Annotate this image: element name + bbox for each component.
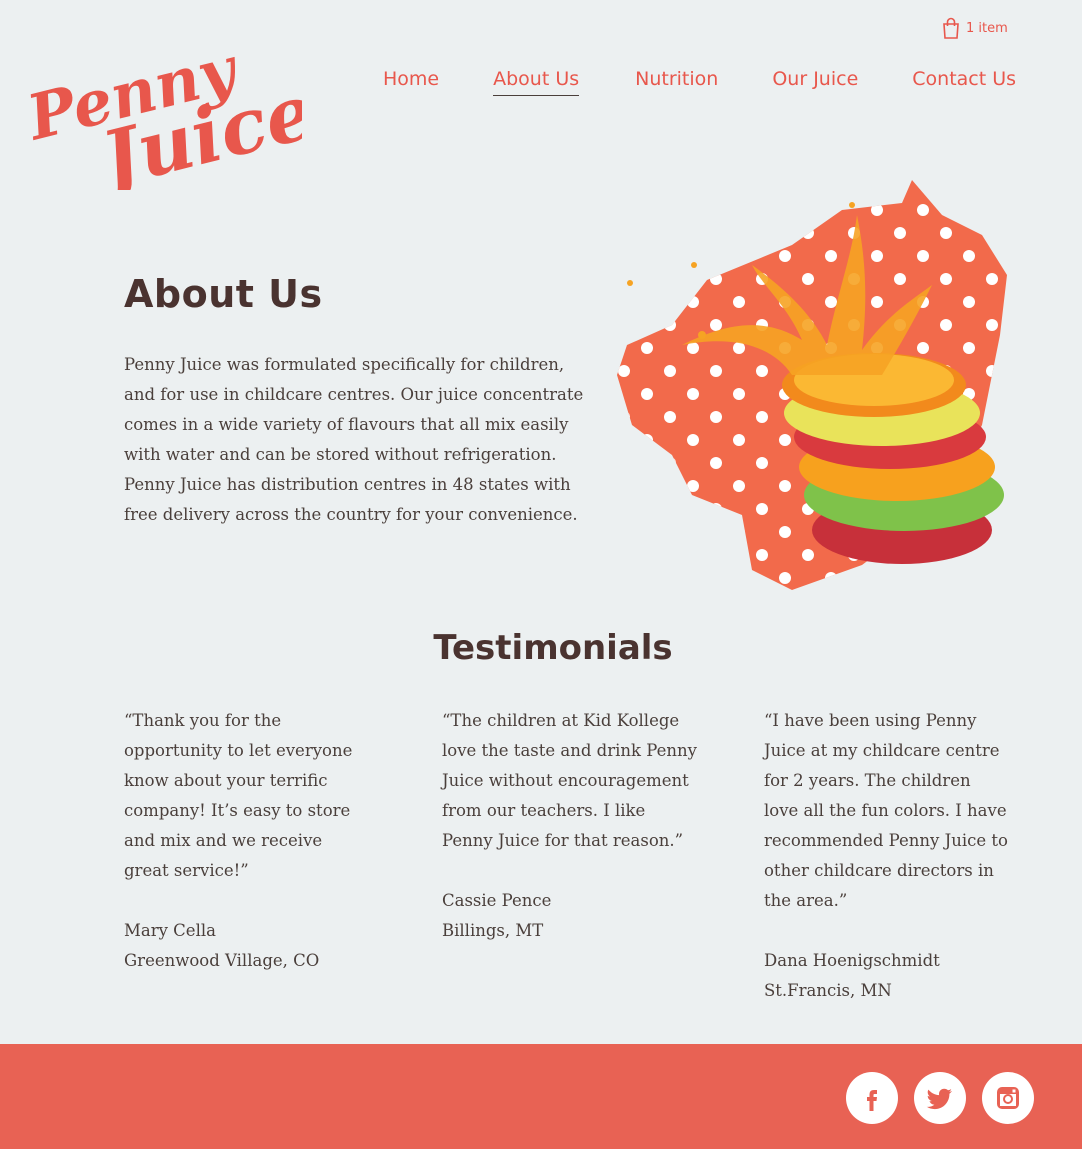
testimonial-quote: “I have been using Penny Juice at my chi…	[764, 711, 1008, 910]
page: Penny Juice 1 item Home About Us Nutriti…	[0, 0, 1082, 1149]
testimonial-location: Greenwood Village, CO	[124, 951, 320, 970]
facebook-link[interactable]	[846, 1072, 898, 1124]
testimonial-card: “I have been using Penny Juice at my chi…	[764, 706, 1009, 1006]
twitter-link[interactable]	[914, 1072, 966, 1124]
cart-count: 1 item	[966, 20, 1008, 36]
about-title: About Us	[124, 272, 323, 316]
instagram-link[interactable]	[982, 1072, 1034, 1124]
testimonial-location: Billings, MT	[442, 921, 544, 940]
penny-juice-logo[interactable]: Penny Juice	[19, 20, 323, 208]
testimonial-quote: “Thank you for the opportunity to let ev…	[124, 711, 353, 880]
fruit-splash-image	[612, 175, 1012, 595]
testimonial-name: Cassie Pence	[442, 891, 552, 910]
nav-our-juice[interactable]: Our Juice	[772, 68, 858, 96]
testimonial-quote: “The children at Kid Kollege love the ta…	[442, 711, 697, 850]
testimonial-card: “The children at Kid Kollege love the ta…	[442, 706, 697, 946]
shopping-bag-icon	[943, 17, 959, 39]
nav-nutrition[interactable]: Nutrition	[635, 68, 718, 96]
facebook-icon	[867, 1090, 877, 1111]
twitter-icon	[926, 1088, 952, 1110]
nav-home[interactable]: Home	[383, 68, 439, 96]
testimonial-card: “Thank you for the opportunity to let ev…	[124, 706, 369, 976]
about-text: Penny Juice was formulated specifically …	[124, 355, 584, 524]
instagram-icon	[997, 1087, 1019, 1109]
nav-contact-us[interactable]: Contact Us	[912, 68, 1016, 96]
main-nav: Home About Us Nutrition Our Juice Contac…	[383, 68, 1016, 96]
testimonial-name: Mary Cella	[124, 921, 216, 940]
testimonial-location: St.Francis, MN	[764, 981, 892, 1000]
testimonial-name: Dana Hoenigschmidt	[764, 951, 940, 970]
nav-about-us[interactable]: About Us	[493, 68, 580, 96]
cart-link[interactable]: 1 item	[942, 16, 1008, 40]
testimonials-title: Testimonials	[433, 628, 673, 668]
footer	[0, 1044, 1082, 1149]
